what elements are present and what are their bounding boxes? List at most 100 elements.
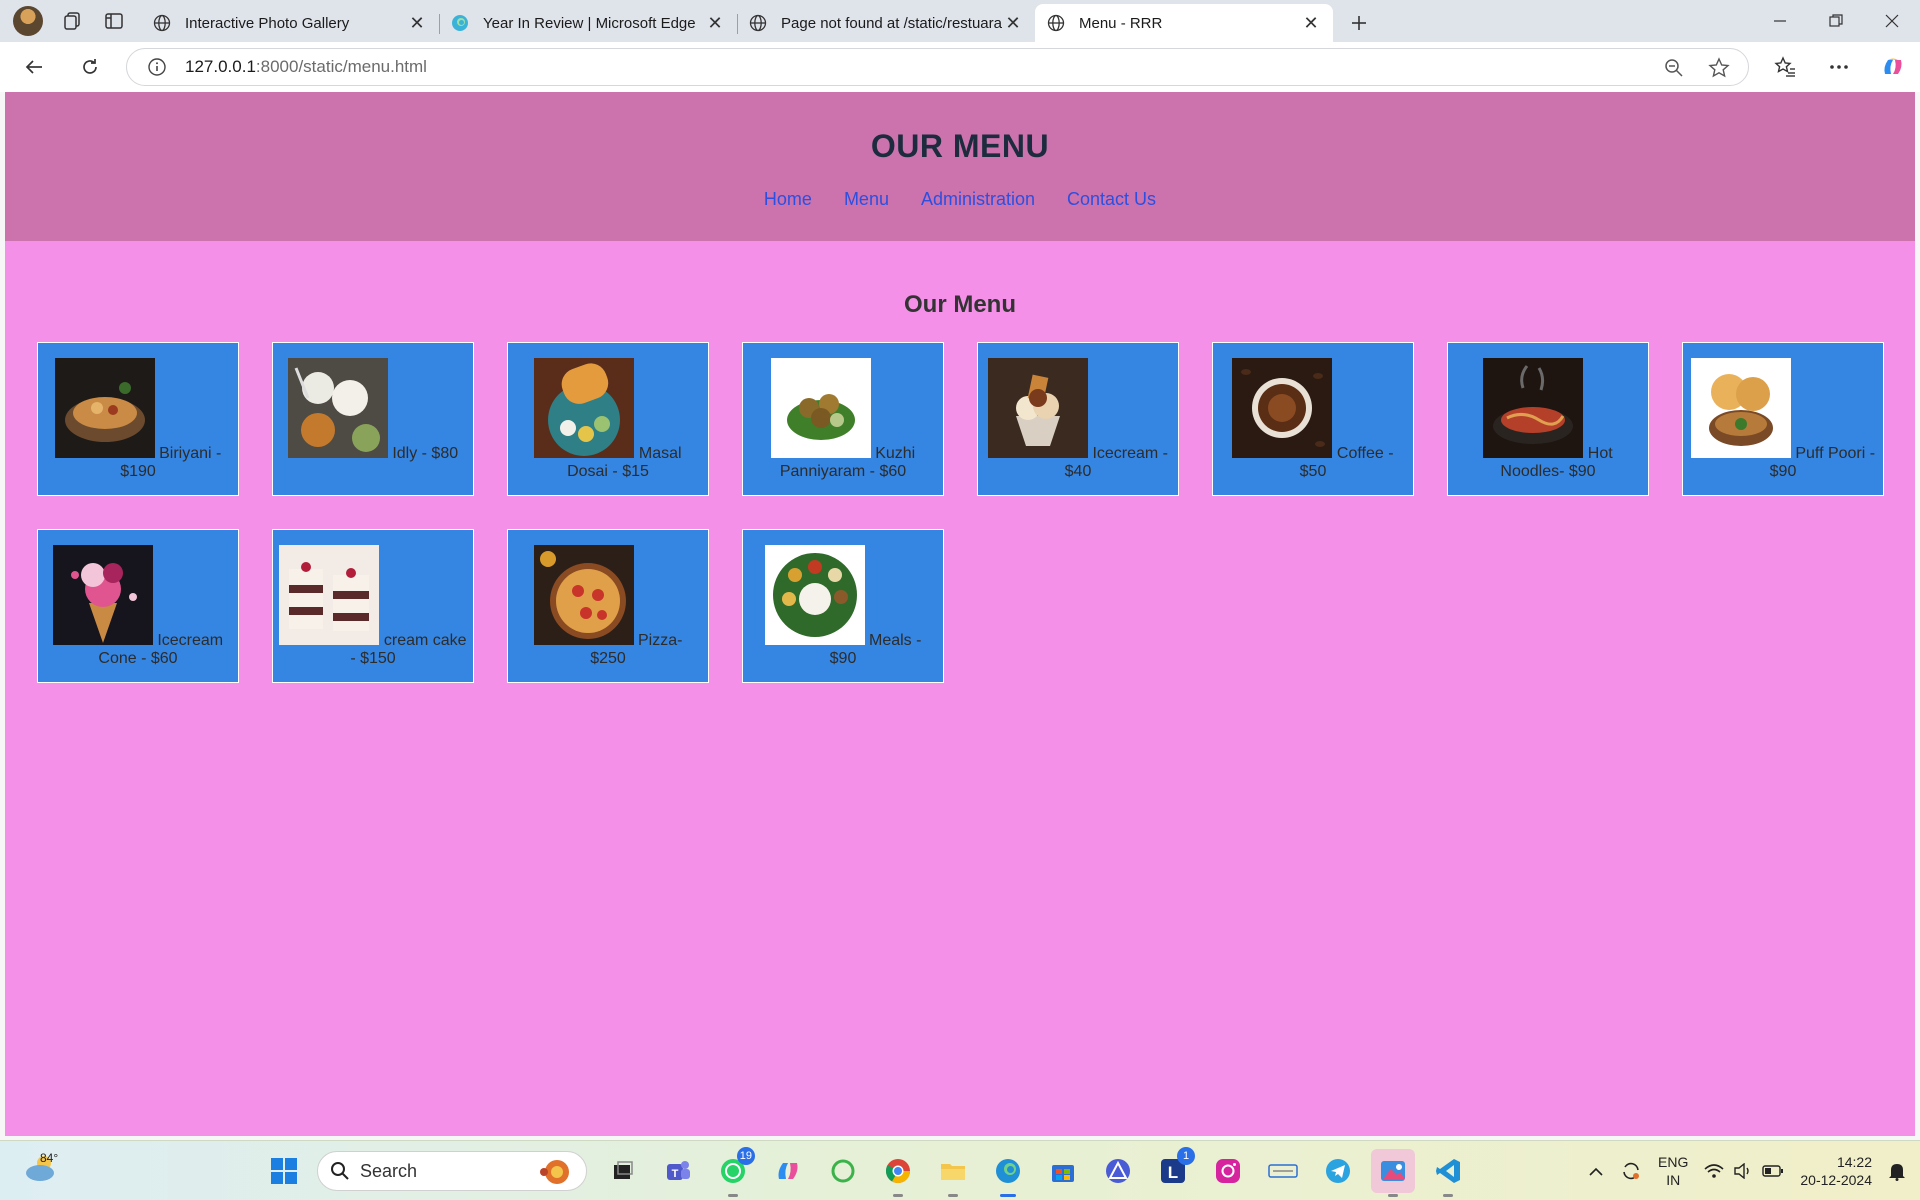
tab-strip: Interactive Photo Gallery ✕ Year In Revi… [141,0,1333,42]
nav-link-contact-us[interactable]: Contact Us [1067,189,1156,210]
menu-item-label: Idly - $80 [392,445,459,462]
ellipsis-icon [1830,65,1848,69]
vscode-app[interactable] [1426,1149,1470,1197]
camu-icon [1268,1164,1298,1178]
section-title: Our Menu [904,291,1016,318]
zoom-out-icon[interactable] [1664,58,1684,78]
menu-item-card[interactable]: Puff Poori - $90 [1682,342,1884,496]
menu-item-card[interactable]: Coffee - $50 [1212,342,1414,496]
chevron-up-icon [1589,1167,1603,1176]
plus-icon [1352,16,1366,30]
sync-button[interactable] [1620,1141,1642,1200]
back-button[interactable] [14,47,54,87]
menu-item-card[interactable]: Pizza- $250 [507,529,709,683]
nav-link-administration[interactable]: Administration [921,189,1035,210]
svg-text:T: T [672,1168,679,1180]
copilot-icon [1884,58,1902,74]
camu-app[interactable] [1261,1149,1305,1193]
vscode-icon [1436,1159,1460,1183]
taskbar-search[interactable]: Search [317,1151,587,1191]
url-text[interactable]: 127.0.0.1:8000/static/menu.html [185,57,427,77]
task-view-button[interactable] [601,1149,645,1193]
show-hidden-icons-button[interactable] [1588,1141,1604,1200]
refresh-app[interactable] [821,1149,865,1193]
tab-title: Interactive Photo Gallery [185,14,350,32]
tab-year-in-review[interactable]: Year In Review | Microsoft Edge ✕ [439,4,737,42]
favorites-button[interactable] [1758,42,1812,92]
menu-grid: Biriyani - $190 Idly - $80 Masal Dosai -… [37,342,1887,683]
tab-interactive-photo-gallery[interactable]: Interactive Photo Gallery ✕ [141,4,439,42]
instagram-app[interactable] [1206,1149,1250,1193]
coffee-image [1232,358,1333,458]
close-icon[interactable]: ✕ [407,13,427,34]
photos-icon [1381,1161,1405,1181]
vertical-tabs-icon[interactable] [95,2,133,40]
close-window-button[interactable] [1864,0,1920,42]
quick-settings-button[interactable] [1704,1141,1784,1200]
panniyaram-image [770,358,871,458]
menu-item-card[interactable]: Idly - $80 [272,342,474,496]
toolbar-right [1758,42,1920,92]
minimize-button[interactable] [1752,0,1808,42]
back-arrow-icon [25,60,42,74]
arc-app[interactable] [1096,1149,1140,1193]
copilot-app[interactable] [766,1149,810,1193]
dosai-image [534,358,635,458]
refresh-icon [83,59,97,74]
nav-link-home[interactable]: Home [764,189,812,210]
more-options-button[interactable] [1812,42,1866,92]
address-bar[interactable]: 127.0.0.1:8000/static/menu.html [126,48,1749,86]
tab-page-not-found[interactable]: Page not found at /static/restuarant ✕ [737,4,1035,42]
workspaces-icon[interactable] [53,2,91,40]
profile-avatar[interactable] [13,6,43,36]
store-app[interactable] [1041,1149,1085,1193]
telegram-app[interactable] [1316,1149,1360,1193]
menu-item-card[interactable]: Icecream - $40 [977,342,1179,496]
language-indicator[interactable]: ENG IN [1658,1141,1688,1200]
clock[interactable]: 14:22 20-12-2024 [1800,1141,1872,1200]
menu-item-card[interactable]: Biriyani - $190 [37,342,239,496]
browser-tab-bar: Interactive Photo Gallery ✕ Year In Revi… [0,0,1920,42]
new-tab-button[interactable] [1341,5,1377,41]
notifications-button[interactable] [1888,1141,1906,1200]
weather-widget[interactable]: 84° [22,1151,62,1191]
menu-item-card[interactable]: Meals - $90 [742,529,944,683]
telegram-icon [1326,1159,1350,1183]
file-explorer-app[interactable] [931,1149,975,1197]
info-icon[interactable] [147,57,167,77]
poori-image [1690,358,1791,458]
tab-menu-rrr[interactable]: Menu - RRR ✕ [1035,4,1333,42]
close-icon[interactable]: ✕ [1003,13,1023,34]
notification-badge: 19 [736,1147,755,1165]
teams-app[interactable]: T [656,1149,700,1193]
edge-app[interactable] [986,1149,1030,1197]
menu-item-card[interactable]: cream cake - $150 [272,529,474,683]
menu-item-card[interactable]: Icecream Cone - $60 [37,529,239,683]
close-icon[interactable]: ✕ [1301,13,1321,34]
l-app[interactable]: L 1 [1151,1147,1195,1193]
teams-icon: T [667,1161,690,1180]
lang-line-1: ENG [1658,1154,1689,1170]
cake-image [279,545,380,645]
idly-image [287,358,388,458]
pizza-image [533,545,634,645]
favorite-star-icon[interactable] [1708,57,1730,79]
whatsapp-app[interactable]: 19 [711,1147,755,1197]
noodles-image [1483,358,1584,458]
photos-app[interactable] [1371,1149,1415,1197]
chrome-icon [885,1159,910,1184]
globe-icon [749,14,767,32]
close-icon[interactable]: ✕ [705,13,725,34]
url-path: :8000/static/menu.html [255,57,427,76]
start-button[interactable] [262,1149,306,1193]
menu-item-card[interactable]: Hot Noodles- $90 [1447,342,1649,496]
copilot-button[interactable] [1866,42,1920,92]
menu-item-card[interactable]: Masal Dosai - $15 [507,342,709,496]
nav-link-menu[interactable]: Menu [844,189,889,210]
globe-icon [1047,14,1065,32]
windows-logo-icon [271,1158,297,1184]
refresh-button[interactable] [70,47,110,87]
restore-button[interactable] [1808,0,1864,42]
menu-item-card[interactable]: Kuzhi Panniyaram - $60 [742,342,944,496]
chrome-app[interactable] [876,1149,920,1197]
